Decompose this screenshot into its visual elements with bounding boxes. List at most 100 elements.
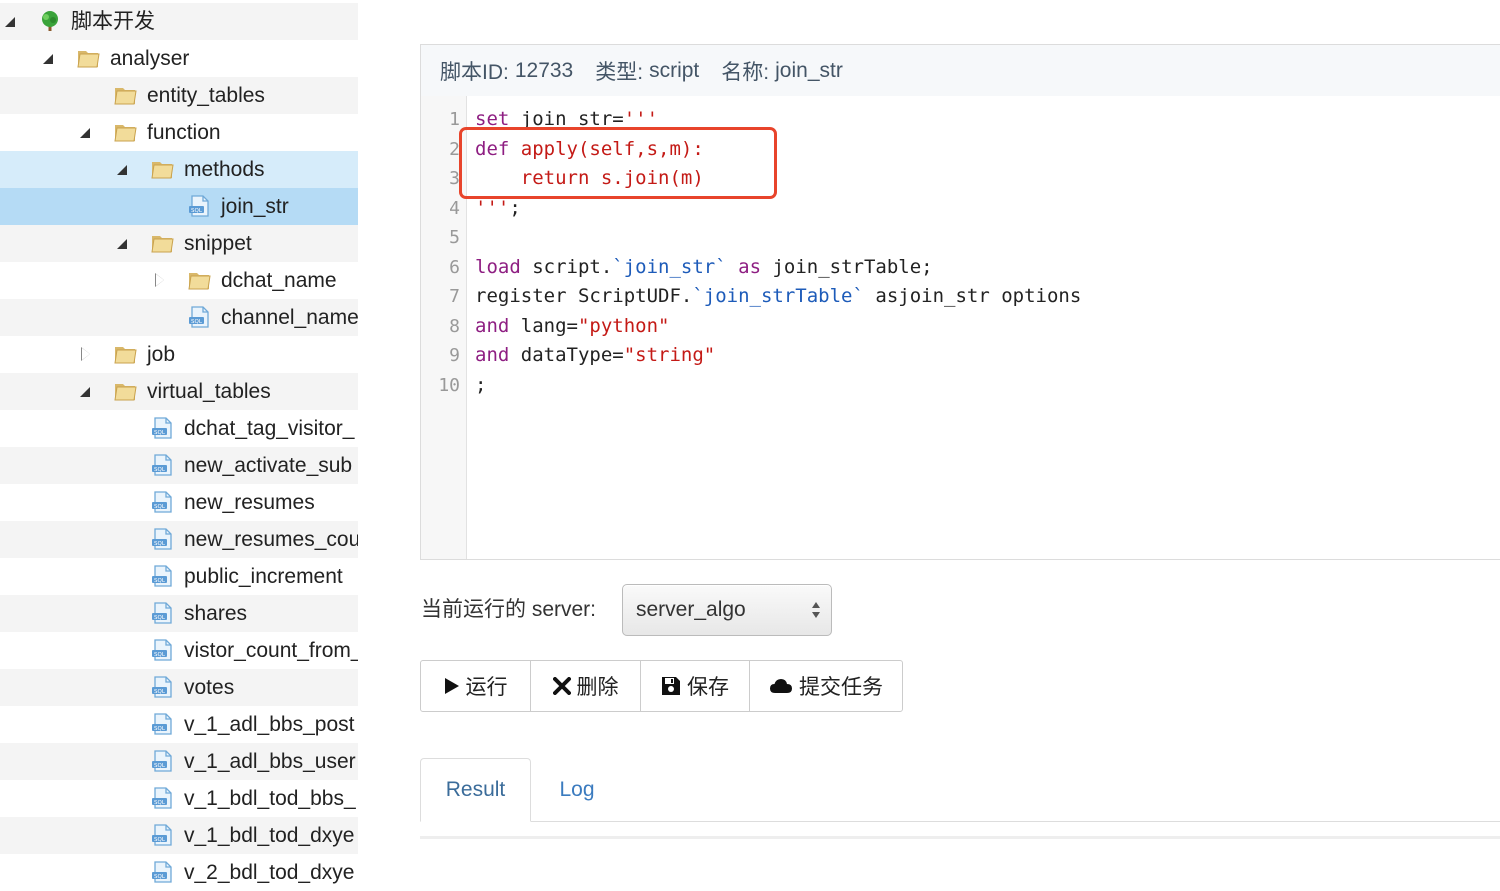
sql-file-icon: SQL [152, 713, 172, 735]
sql-file-icon: SQL [152, 528, 172, 550]
sql-file-icon: SQL [189, 195, 209, 217]
tree-node-label: new_resumes [184, 491, 315, 514]
code-line[interactable]: and dataType="string" [475, 344, 715, 366]
tree-node[interactable]: SQL new_resumes_cou [0, 521, 358, 558]
tree-node[interactable]: SQL shares [0, 595, 358, 632]
tree-node-label: function [147, 121, 221, 144]
collapsed-toggle-icon[interactable] [79, 347, 93, 362]
code-token: join_strTable; [761, 255, 933, 278]
sql-file-icon: SQL [152, 417, 172, 439]
sql-file-icon: SQL [152, 676, 172, 698]
expanded-toggle-icon[interactable] [4, 15, 18, 29]
tree-node-label: vistor_count_from_ [184, 639, 358, 662]
tree-node-label: public_increment [184, 565, 343, 588]
svg-text:SQL: SQL [154, 504, 166, 510]
sql-file-icon: SQL [189, 306, 209, 328]
tree-node[interactable]: SQL channel_name [0, 299, 358, 336]
save-button[interactable]: 保存 [641, 661, 750, 711]
sql-file-icon: SQL [152, 565, 172, 587]
line-number: 2 [449, 138, 460, 160]
tree-node[interactable]: SQL v_2_bdl_tod_dxye [0, 854, 358, 891]
line-number: 7 [449, 286, 460, 307]
script-name-value: join_str [775, 58, 843, 82]
sql-file-icon: SQL [152, 787, 172, 809]
tree-node[interactable]: SQL public_increment [0, 558, 358, 595]
svg-text:SQL: SQL [154, 837, 166, 843]
code-token: asjoin_str options [863, 285, 1082, 307]
line-number: 6 [449, 256, 460, 278]
tab-log[interactable]: Log [531, 758, 623, 822]
expanded-toggle-icon[interactable] [79, 126, 93, 140]
server-select[interactable]: server_algo [622, 584, 832, 636]
tree-node-label: v_2_bdl_tod_dxye [184, 861, 355, 884]
tree-node-label: v_1_bdl_tod_dxye [184, 824, 355, 847]
cloud-icon [770, 679, 792, 693]
tree-node[interactable]: SQL votes [0, 669, 358, 706]
code-token: dataType= [509, 344, 624, 366]
script-type-value: script [649, 58, 700, 82]
tree-node[interactable]: methods [0, 151, 358, 188]
svg-text:SQL: SQL [154, 763, 166, 769]
tree-node[interactable]: entity_tables [0, 77, 358, 114]
output-tabs: Result Log [420, 758, 1500, 822]
tree-node[interactable]: job [0, 336, 358, 373]
svg-text:SQL: SQL [154, 615, 166, 621]
tree-icon [42, 11, 58, 31]
tree-node[interactable]: snippet [0, 225, 358, 262]
floppy-disk-icon [662, 677, 680, 695]
tree-node[interactable]: dchat_name [0, 262, 358, 299]
script-type-label: 类型: [595, 60, 644, 84]
tree-node-label: analyser [110, 47, 190, 70]
action-button-group: 运行 删除 保存 提交任务 [420, 660, 903, 712]
code-line[interactable]: and lang="python" [475, 315, 669, 337]
tree-node[interactable]: SQL v_1_adl_bbs_post [0, 706, 358, 743]
tree-node[interactable]: SQL join_str [0, 188, 358, 225]
expanded-toggle-icon[interactable] [42, 52, 56, 66]
tree-node[interactable]: SQL v_1_bdl_tod_bbs_ [0, 780, 358, 817]
delete-button[interactable]: 删除 [531, 661, 641, 711]
delete-button-label: 删除 [576, 676, 619, 699]
folder-icon [151, 162, 174, 179]
code-token: script. [520, 255, 613, 278]
run-button[interactable]: 运行 [421, 661, 531, 711]
tree-node[interactable]: SQL vistor_count_from_ [0, 632, 358, 669]
tree-node[interactable]: SQL new_resumes [0, 484, 358, 521]
code-line[interactable]: register ScriptUDF.`join_strTable` asjoi… [475, 285, 1081, 307]
collapsed-toggle-icon[interactable] [153, 273, 167, 288]
code-token: and [475, 344, 510, 366]
sql-file-icon: SQL [152, 639, 172, 661]
expanded-toggle-icon[interactable] [79, 385, 93, 399]
tree-node-label: methods [184, 158, 265, 181]
expanded-toggle-icon[interactable] [116, 163, 130, 177]
tree-node[interactable]: virtual_tables [0, 373, 358, 410]
folder-icon [188, 273, 211, 290]
line-number: 5 [449, 227, 460, 248]
line-number: 3 [449, 168, 460, 189]
tree-node[interactable]: function [0, 114, 358, 151]
code-token: and [475, 314, 510, 337]
tree-node[interactable]: SQL v_1_adl_bbs_user [0, 743, 358, 780]
script-id-label: 脚本ID: [440, 60, 509, 84]
line-number: 1 [449, 109, 460, 130]
tree-node-label: dchat_name [221, 269, 337, 292]
tree-node-label: new_activate_sub [184, 454, 353, 477]
tree-node[interactable]: SQL v_1_bdl_tod_dxye [0, 817, 358, 854]
submit-task-button[interactable]: 提交任务 [750, 661, 902, 711]
tree-node[interactable]: SQL dchat_tag_visitor_ [0, 410, 358, 447]
code-line[interactable]: '''; [475, 197, 521, 219]
expanded-toggle-icon[interactable] [116, 237, 130, 251]
server-label: 当前运行的 server: [421, 598, 597, 621]
tab-result[interactable]: Result [420, 758, 531, 822]
tree-node[interactable]: SQL new_activate_sub [0, 447, 358, 484]
code-token: load [475, 255, 521, 278]
svg-text:SQL: SQL [154, 541, 166, 547]
tree-node-label: v_1_adl_bbs_post [184, 713, 355, 736]
tree-node[interactable]: analyser [0, 40, 358, 77]
sql-file-icon: SQL [152, 602, 172, 624]
code-line[interactable]: ; [475, 374, 486, 396]
code-line[interactable]: load script.`join_str` as join_strTable; [475, 256, 933, 278]
tree-node-label: 脚本开发 [71, 10, 155, 33]
tree-node[interactable]: 脚本开发 [0, 3, 358, 40]
script-info-bar: 脚本ID: 12733 类型: script 名称: join_str [420, 44, 1500, 97]
